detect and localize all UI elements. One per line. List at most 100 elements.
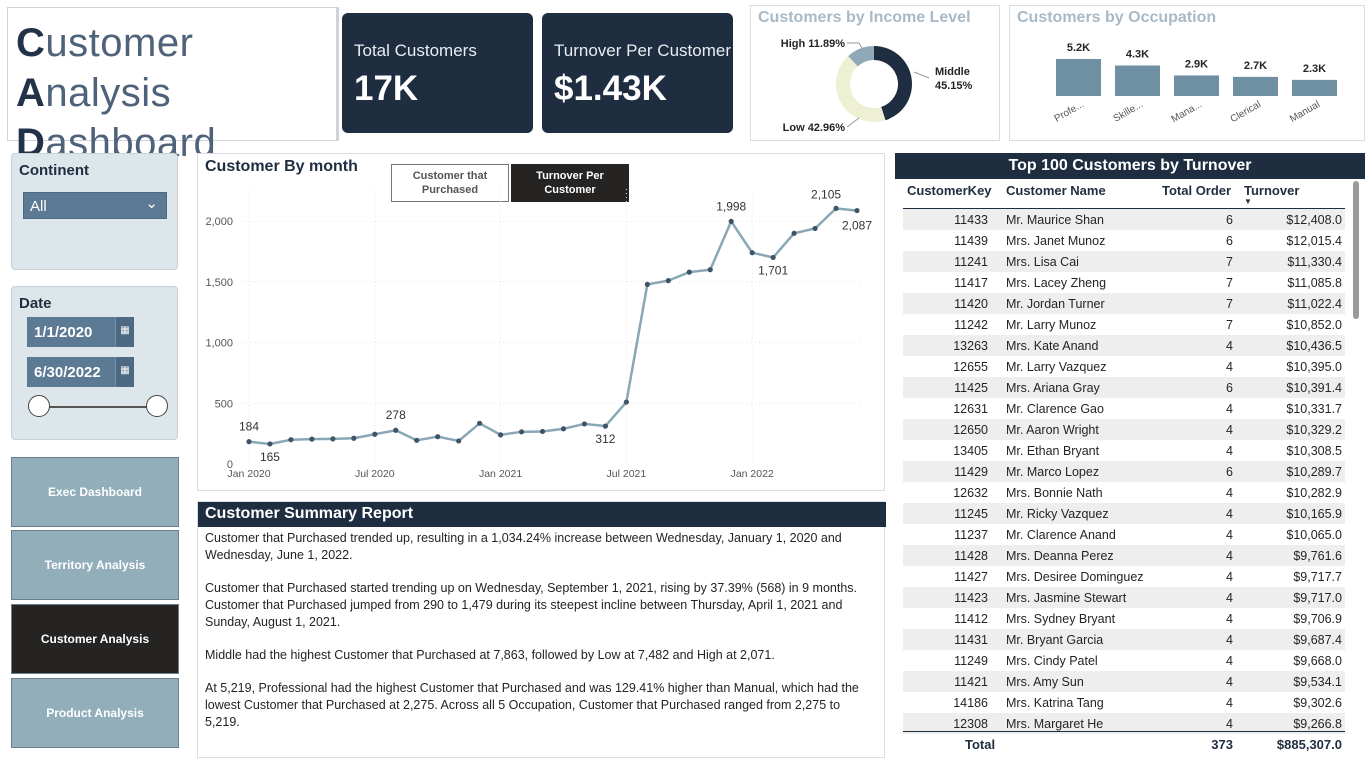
income-level-chart[interactable]: Customers by Income Level Middle 45.15% Lo… (750, 5, 1000, 141)
customer-key-cell: 12655 (953, 360, 988, 374)
customer-key-cell: 11417 (954, 276, 988, 290)
slider-start-handle[interactable] (28, 395, 50, 417)
donut-slice-low[interactable] (836, 56, 886, 122)
data-point[interactable] (728, 218, 734, 224)
customer-name-cell: Mr. Clarence Anand (1006, 528, 1116, 542)
table-row[interactable]: 11241 Mrs. Lisa Cai 7 $11,330.4 (903, 251, 1345, 272)
data-point[interactable] (707, 267, 713, 273)
customer-by-month-chart[interactable]: Customer By month Customer that Purchase… (197, 153, 885, 491)
table-row[interactable]: 11421 Mrs. Amy Sun 4 $9,534.1 (903, 671, 1345, 692)
table-row[interactable]: 11439 Mrs. Janet Munoz 6 $12,015.4 (903, 230, 1345, 251)
data-label: 278 (386, 408, 406, 422)
total-order-cell: 4 (1226, 612, 1233, 626)
date-slider-track[interactable] (39, 406, 157, 408)
customer-name-cell: Mrs. Lisa Cai (1006, 255, 1079, 269)
table-row[interactable]: 14186 Mrs. Katrina Tang 4 $9,302.6 (903, 692, 1345, 713)
table-row[interactable]: 11428 Mrs. Deanna Perez 4 $9,761.6 (903, 545, 1345, 566)
table-row[interactable]: 11420 Mr. Jordan Turner 7 $11,022.4 (903, 293, 1345, 314)
total-order-cell: 4 (1226, 717, 1233, 731)
data-point[interactable] (833, 205, 839, 211)
table-row[interactable]: 11425 Mrs. Ariana Gray 6 $10,391.4 (903, 377, 1345, 398)
continent-dropdown[interactable]: All ⌄ (23, 192, 167, 219)
occupation-chart[interactable]: Customers by Occupation 5.2K Profe... 4.3K… (1009, 5, 1365, 141)
data-point[interactable] (393, 427, 399, 433)
data-point[interactable] (372, 431, 378, 437)
data-point[interactable] (351, 435, 357, 441)
data-label: 1,701 (758, 263, 788, 277)
slider-end-handle[interactable] (146, 395, 168, 417)
data-point[interactable] (644, 281, 650, 288)
table-row[interactable]: 11242 Mr. Larry Munoz 7 $10,852.0 (903, 314, 1345, 335)
data-point[interactable] (560, 426, 567, 432)
data-point[interactable] (477, 420, 483, 426)
column-header-turnover[interactable]: Turnover (1244, 183, 1299, 198)
data-point[interactable] (770, 254, 776, 261)
column-header-total-order[interactable]: Total Order (1162, 183, 1231, 198)
donut-chart[interactable]: Middle 45.15% Low 42.96% High 11.89% (751, 6, 1001, 142)
table-row[interactable]: 13263 Mrs. Kate Anand 4 $10,436.5 (903, 335, 1345, 356)
table-row[interactable]: 11429 Mr. Marco Lopez 6 $10,289.7 (903, 461, 1345, 482)
occupation-bar[interactable] (1292, 79, 1337, 96)
data-point[interactable] (456, 438, 462, 444)
data-point[interactable] (665, 278, 671, 284)
data-point[interactable] (518, 429, 525, 435)
start-date-field[interactable]: 1/1/2020 ▦ (27, 317, 134, 347)
calendar-icon[interactable]: ▦ (115, 357, 134, 387)
data-point[interactable] (309, 436, 315, 442)
bar-category-label: Manual (1288, 99, 1322, 125)
data-point[interactable] (539, 428, 546, 435)
data-point[interactable] (581, 421, 588, 427)
occupation-bar[interactable] (1174, 75, 1219, 96)
table-row[interactable]: 12650 Mr. Aaron Wright 4 $10,329.2 (903, 419, 1345, 440)
table-scrollbar[interactable] (1353, 181, 1359, 319)
table-row[interactable]: 11417 Mrs. Lacey Zheng 7 $11,085.8 (903, 272, 1345, 293)
data-point[interactable] (267, 441, 273, 447)
table-row[interactable]: 12655 Mr. Larry Vazquez 4 $10,395.0 (903, 356, 1345, 377)
table-row[interactable]: 12632 Mrs. Bonnie Nath 4 $10,282.9 (903, 482, 1345, 503)
data-point[interactable] (414, 437, 420, 443)
end-date-field[interactable]: 6/30/2022 ▦ (27, 357, 134, 387)
turnover-cell: $12,015.4 (1286, 234, 1342, 248)
data-point[interactable] (812, 225, 818, 232)
nav-label: Territory Analysis (44, 558, 146, 572)
bar-chart[interactable]: 5.2K Profe... 4.3K Skille... 2.9K Mana... 2.7K… (1010, 6, 1366, 142)
table-row[interactable]: 12631 Mr. Clarence Gao 4 $10,331.7 (903, 398, 1345, 419)
line-chart-svg[interactable]: 05001,0001,5002,000Jan 2020 Jul 2020 Jan 2… (198, 154, 886, 492)
table-row[interactable]: 11431 Mr. Bryant Garcia 4 $9,687.4 (903, 629, 1345, 650)
customer-name-cell: Mr. Aaron Wright (1006, 423, 1099, 437)
occupation-bar[interactable] (1056, 59, 1101, 96)
data-point[interactable] (246, 439, 252, 445)
table-row[interactable]: 11245 Mr. Ricky Vazquez 4 $10,165.9 (903, 503, 1345, 524)
data-point[interactable] (288, 437, 294, 443)
table-row[interactable]: 11427 Mrs. Desiree Dominguez 4 $9,717.7 (903, 566, 1345, 587)
data-point[interactable] (623, 399, 629, 405)
data-label: 165 (260, 450, 280, 464)
data-point[interactable] (497, 432, 504, 438)
turnover-cell: $10,395.0 (1286, 360, 1342, 374)
data-point[interactable] (686, 269, 692, 275)
data-point[interactable] (854, 207, 860, 214)
data-point[interactable] (749, 250, 755, 256)
table-row[interactable]: 11412 Mrs. Sydney Bryant 4 $9,706.9 (903, 608, 1345, 629)
data-point[interactable] (602, 423, 609, 429)
nav-product-analysis[interactable]: Product Analysis (11, 678, 179, 748)
calendar-icon[interactable]: ▦ (115, 317, 134, 347)
customer-key-cell: 11439 (954, 234, 988, 248)
series-line[interactable] (248, 207, 858, 446)
table-row[interactable]: 11433 Mr. Maurice Shan 6 $12,408.0 (903, 209, 1345, 230)
column-header-customerkey[interactable]: CustomerKey (907, 183, 992, 198)
nav-exec-dashboard[interactable]: Exec Dashboard (11, 457, 179, 527)
table-row[interactable]: 13405 Mr. Ethan Bryant 4 $10,308.5 (903, 440, 1345, 461)
data-point[interactable] (791, 230, 797, 236)
data-point[interactable] (435, 434, 441, 440)
nav-customer-analysis[interactable]: Customer Analysis (11, 604, 179, 674)
table-row[interactable]: 11237 Mr. Clarence Anand 4 $10,065.0 (903, 524, 1345, 545)
table-row[interactable]: 11423 Mrs. Jasmine Stewart 4 $9,717.0 (903, 587, 1345, 608)
occupation-bar[interactable] (1115, 65, 1160, 96)
sort-desc-icon: ▼ (1244, 197, 1252, 206)
table-row[interactable]: 11249 Mrs. Cindy Patel 4 $9,668.0 (903, 650, 1345, 671)
occupation-bar[interactable] (1233, 76, 1278, 96)
nav-territory-analysis[interactable]: Territory Analysis (11, 530, 179, 600)
data-point[interactable] (330, 436, 336, 442)
column-header-customer-name[interactable]: Customer Name (1006, 183, 1106, 198)
